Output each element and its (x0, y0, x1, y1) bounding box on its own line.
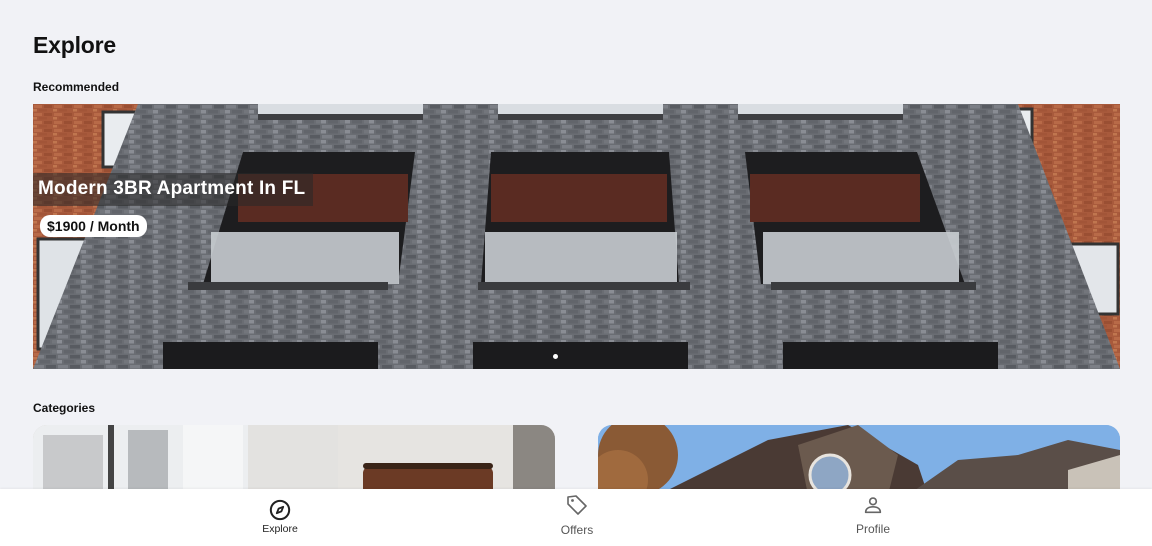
compass-icon (269, 499, 291, 521)
tab-profile-label: Profile (855, 522, 890, 536)
recommended-section-title: Recommended (33, 80, 120, 94)
page-title: Explore (33, 32, 116, 58)
featured-listing-photo (33, 104, 1120, 369)
apartment-interior-photo (33, 425, 555, 495)
category-card-interior[interactable] (33, 425, 555, 495)
featured-listing-card[interactable]: Modern 3BR Apartment In FL $1900 / Month (33, 104, 1120, 369)
user-icon (864, 497, 882, 514)
categories-section-title: Categories (33, 401, 96, 415)
featured-listing-price: $1900 / Month (40, 215, 147, 237)
tab-offers-label: Offers (560, 523, 594, 537)
featured-listing-title: Modern 3BR Apartment In FL (33, 173, 314, 206)
tab-offers[interactable]: Offers (517, 489, 637, 546)
tag-icon (567, 495, 587, 515)
bottom-tab-bar: Explore Offers Profile (0, 489, 1152, 546)
tab-explore-label: Explore (262, 523, 298, 535)
tab-profile[interactable]: Profile (813, 489, 933, 546)
carousel-dot[interactable] (553, 354, 558, 359)
category-card-house[interactable] (598, 425, 1120, 495)
tab-explore[interactable]: Explore (220, 489, 340, 546)
house-exterior-photo (598, 425, 1120, 495)
